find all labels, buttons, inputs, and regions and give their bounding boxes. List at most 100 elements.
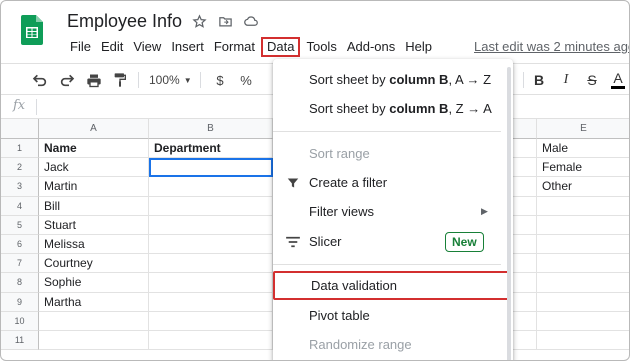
cell-d[interactable] — [513, 158, 537, 178]
column-header-a[interactable]: A — [39, 119, 149, 139]
row-header[interactable]: 11 — [1, 331, 39, 351]
cell-d[interactable] — [513, 139, 537, 159]
menu-file[interactable]: File — [65, 37, 96, 57]
last-edit-link[interactable]: Last edit was 2 minutes ago — [474, 39, 629, 54]
cell-e[interactable] — [537, 216, 629, 235]
cell-a[interactable]: Martin — [39, 177, 149, 197]
cell-a[interactable]: Jack — [39, 158, 149, 178]
row-header[interactable]: 4 — [1, 196, 39, 216]
filter-views[interactable]: Filter views ▶ — [273, 197, 513, 226]
cell-b[interactable] — [149, 292, 273, 312]
cell-e[interactable]: Male — [537, 139, 629, 159]
undo-icon[interactable] — [31, 71, 49, 89]
cell-d[interactable] — [513, 235, 537, 255]
cell-b[interactable] — [149, 196, 273, 216]
slicer[interactable]: Slicer New — [273, 227, 513, 256]
redo-icon[interactable] — [58, 71, 76, 89]
currency-format-button[interactable]: $ — [213, 71, 227, 89]
menu-edit[interactable]: Edit — [96, 37, 128, 57]
column-header-d[interactable] — [513, 119, 537, 139]
menu-tools[interactable]: Tools — [301, 37, 341, 57]
cell-b[interactable] — [149, 177, 273, 197]
cell-b[interactable]: Department — [149, 139, 273, 159]
cell-d[interactable] — [513, 196, 537, 216]
menu-format[interactable]: Format — [209, 37, 260, 57]
sheets-logo-icon[interactable] — [21, 15, 43, 45]
cell-a[interactable]: Martha — [39, 292, 149, 312]
bold-button[interactable]: B — [531, 71, 547, 89]
cell-d[interactable] — [513, 177, 537, 197]
row-header[interactable]: 3 — [1, 177, 39, 197]
filter-icon — [285, 175, 301, 191]
pivot-table[interactable]: Pivot table — [273, 301, 513, 330]
cell-d[interactable] — [513, 292, 537, 312]
cell-a[interactable]: Name — [39, 139, 149, 159]
row-header[interactable]: 2 — [1, 158, 39, 178]
cell-e[interactable] — [537, 312, 629, 331]
cell-e[interactable] — [537, 293, 629, 312]
cell-a[interactable] — [39, 311, 149, 331]
cell-d[interactable] — [513, 311, 537, 331]
submenu-arrow-icon: ▶ — [481, 206, 488, 216]
row-header[interactable]: 6 — [1, 235, 39, 255]
column-header-b[interactable]: B — [149, 119, 273, 139]
menu-addons[interactable]: Add-ons — [342, 37, 400, 57]
cell-e[interactable]: Other — [537, 177, 629, 197]
cell-e[interactable] — [537, 197, 629, 216]
cell-b[interactable] — [149, 215, 273, 235]
sort-sheet-a-z[interactable]: Sort sheet by column B, A → Z — [273, 65, 513, 94]
cloud-status-icon[interactable] — [243, 13, 259, 29]
cell-d[interactable] — [513, 273, 537, 293]
cell-e[interactable]: Female — [537, 158, 629, 178]
randomize-range-label: Randomize range — [309, 337, 412, 352]
row-header[interactable]: 5 — [1, 215, 39, 235]
row-header[interactable]: 9 — [1, 292, 39, 312]
menu-help[interactable]: Help — [400, 37, 437, 57]
row-header[interactable]: 8 — [1, 273, 39, 293]
selected-cell[interactable] — [149, 158, 273, 178]
sort-sheet-z-a[interactable]: Sort sheet by column B, Z → A — [273, 94, 513, 123]
cell-a[interactable]: Stuart — [39, 215, 149, 235]
menu-scrollbar[interactable] — [507, 67, 511, 360]
strikethrough-button[interactable]: S — [585, 71, 599, 89]
cell-a[interactable]: Melissa — [39, 235, 149, 255]
cell-e[interactable] — [537, 235, 629, 255]
cell-b[interactable] — [149, 235, 273, 255]
percent-format-button[interactable]: % — [239, 71, 253, 89]
document-title[interactable]: Employee Info — [67, 11, 182, 32]
cell-b[interactable] — [149, 254, 273, 274]
move-folder-icon[interactable] — [217, 13, 233, 29]
print-icon[interactable] — [85, 71, 103, 89]
cell-d[interactable] — [513, 331, 537, 351]
star-icon[interactable] — [191, 13, 207, 29]
cell-b[interactable] — [149, 311, 273, 331]
row-header[interactable]: 10 — [1, 311, 39, 331]
cell-b[interactable] — [149, 273, 273, 293]
cell-e[interactable] — [537, 331, 629, 351]
sort-za-column: column B — [389, 101, 449, 116]
cell-d[interactable] — [513, 254, 537, 274]
menu-view[interactable]: View — [128, 37, 166, 57]
data-validation[interactable]: Data validation — [273, 271, 511, 300]
cell-d[interactable] — [513, 215, 537, 235]
cell-a[interactable]: Courtney — [39, 254, 149, 274]
cell-a[interactable]: Sophie — [39, 273, 149, 293]
row-header[interactable]: 7 — [1, 254, 39, 274]
column-header-e[interactable]: E — [537, 119, 629, 139]
row-header[interactable]: 1 — [1, 139, 39, 159]
cell-e[interactable] — [537, 273, 629, 293]
filter-views-label: Filter views — [309, 204, 375, 219]
select-all-corner[interactable] — [1, 119, 39, 139]
cell-e[interactable] — [537, 254, 629, 274]
cell-b[interactable] — [149, 331, 273, 351]
create-filter[interactable]: Create a filter — [273, 168, 513, 197]
text-color-button[interactable]: A — [611, 69, 625, 89]
italic-button[interactable]: I — [559, 71, 573, 89]
cell-a[interactable]: Bill — [39, 196, 149, 216]
new-badge: New — [445, 232, 484, 252]
menu-data[interactable]: Data — [261, 37, 301, 57]
paint-format-icon[interactable] — [111, 71, 129, 89]
menu-insert[interactable]: Insert — [166, 37, 209, 57]
cell-a[interactable] — [39, 331, 149, 351]
zoom-select[interactable]: 100% ▼ — [149, 71, 192, 89]
